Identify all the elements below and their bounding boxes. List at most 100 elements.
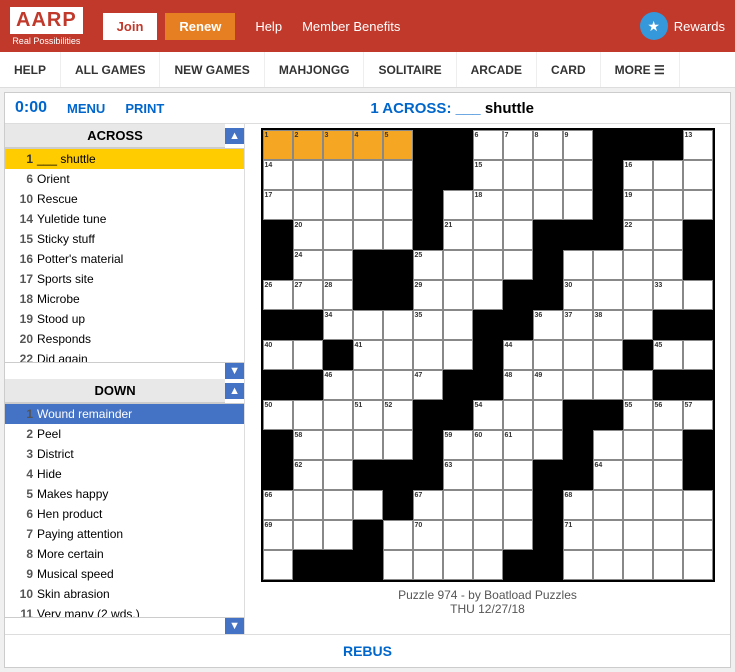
grid-cell[interactable] <box>623 370 653 400</box>
grid-cell[interactable]: 61 <box>503 430 533 460</box>
down-clue-item[interactable]: 1Wound remainder <box>5 404 244 424</box>
grid-cell[interactable]: 3 <box>323 130 353 160</box>
nav-mahjongg[interactable]: MAHJONGG <box>265 52 365 87</box>
grid-cell[interactable]: 44 <box>503 340 533 370</box>
grid-cell[interactable] <box>353 220 383 250</box>
nav-arcade[interactable]: ARCADE <box>457 52 537 87</box>
grid-cell[interactable] <box>653 190 683 220</box>
grid-cell[interactable] <box>353 160 383 190</box>
grid-cell[interactable]: 13 <box>683 130 713 160</box>
grid-cell[interactable] <box>323 160 353 190</box>
grid-cell[interactable]: 29 <box>413 280 443 310</box>
down-clue-item[interactable]: 9Musical speed <box>5 564 244 584</box>
grid-cell[interactable] <box>383 550 413 580</box>
nav-more[interactable]: MORE ☰ <box>601 52 680 87</box>
grid-cell[interactable] <box>443 520 473 550</box>
grid-cell[interactable] <box>383 190 413 220</box>
rebus-button[interactable]: REBUS <box>343 643 392 659</box>
menu-button[interactable]: MENU <box>67 101 105 116</box>
down-clue-item[interactable]: 3District <box>5 444 244 464</box>
grid-cell[interactable]: 20 <box>293 220 323 250</box>
grid-cell[interactable] <box>533 190 563 220</box>
grid-cell[interactable] <box>623 460 653 490</box>
grid-cell[interactable] <box>683 550 713 580</box>
grid-cell[interactable]: 30 <box>563 280 593 310</box>
rewards-button[interactable]: ★ Rewards <box>640 12 725 40</box>
grid-cell[interactable] <box>323 490 353 520</box>
down-clue-item[interactable]: 10Skin abrasion <box>5 584 244 604</box>
grid-cell[interactable] <box>383 430 413 460</box>
down-clue-item[interactable]: 5Makes happy <box>5 484 244 504</box>
grid-cell[interactable]: 69 <box>263 520 293 550</box>
across-scroll-down[interactable]: ▼ <box>225 363 244 379</box>
grid-cell[interactable] <box>533 430 563 460</box>
across-clue-item[interactable]: 10Rescue <box>5 189 244 209</box>
grid-cell[interactable]: 70 <box>413 520 443 550</box>
across-clue-item[interactable]: 14Yuletide tune <box>5 209 244 229</box>
grid-cell[interactable] <box>593 370 623 400</box>
grid-cell[interactable] <box>473 520 503 550</box>
down-scroll-down[interactable]: ▼ <box>225 618 244 634</box>
grid-cell[interactable] <box>563 370 593 400</box>
nav-card[interactable]: CARD <box>537 52 601 87</box>
across-clue-item[interactable]: 15Sticky stuff <box>5 229 244 249</box>
grid-cell[interactable]: 68 <box>563 490 593 520</box>
grid-cell[interactable] <box>473 250 503 280</box>
grid-cell[interactable] <box>563 340 593 370</box>
grid-cell[interactable] <box>473 220 503 250</box>
grid-cell[interactable] <box>503 490 533 520</box>
grid-cell[interactable] <box>503 220 533 250</box>
grid-cell[interactable] <box>443 280 473 310</box>
across-clue-item[interactable]: 19Stood up <box>5 309 244 329</box>
grid-cell[interactable] <box>503 190 533 220</box>
grid-cell[interactable] <box>593 280 623 310</box>
grid-cell[interactable] <box>323 400 353 430</box>
grid-cell[interactable] <box>533 160 563 190</box>
across-clue-item[interactable]: 22Did again <box>5 349 244 362</box>
grid-cell[interactable] <box>623 250 653 280</box>
grid-cell[interactable] <box>653 430 683 460</box>
grid-cell[interactable] <box>293 160 323 190</box>
grid-cell[interactable] <box>473 550 503 580</box>
nav-new-games[interactable]: NEW GAMES <box>160 52 264 87</box>
grid-cell[interactable] <box>533 400 563 430</box>
grid-cell[interactable] <box>623 490 653 520</box>
grid-cell[interactable] <box>383 220 413 250</box>
across-scroll-up[interactable]: ▲ <box>225 128 244 144</box>
nav-all-games[interactable]: ALL GAMES <box>61 52 160 87</box>
grid-cell[interactable] <box>503 400 533 430</box>
down-clue-item[interactable]: 6Hen product <box>5 504 244 524</box>
grid-cell[interactable]: 54 <box>473 400 503 430</box>
grid-cell[interactable]: 18 <box>473 190 503 220</box>
grid-cell[interactable]: 67 <box>413 490 443 520</box>
grid-cell[interactable] <box>593 430 623 460</box>
grid-cell[interactable] <box>503 160 533 190</box>
grid-cell[interactable] <box>623 310 653 340</box>
grid-cell[interactable] <box>593 340 623 370</box>
grid-cell[interactable]: 26 <box>263 280 293 310</box>
grid-cell[interactable] <box>323 460 353 490</box>
down-clue-item[interactable]: 11Very many (2 wds.) <box>5 604 244 617</box>
grid-cell[interactable] <box>563 160 593 190</box>
grid-cell[interactable]: 64 <box>593 460 623 490</box>
grid-cell[interactable]: 49 <box>533 370 563 400</box>
grid-cell[interactable]: 55 <box>623 400 653 430</box>
grid-cell[interactable] <box>473 490 503 520</box>
grid-cell[interactable] <box>443 250 473 280</box>
grid-cell[interactable]: 58 <box>293 430 323 460</box>
grid-cell[interactable] <box>353 490 383 520</box>
across-clue-item[interactable]: 6Orient <box>5 169 244 189</box>
grid-cell[interactable]: 24 <box>293 250 323 280</box>
grid-cell[interactable] <box>323 190 353 220</box>
grid-cell[interactable] <box>443 490 473 520</box>
down-clue-item[interactable]: 4Hide <box>5 464 244 484</box>
grid-cell[interactable]: 48 <box>503 370 533 400</box>
grid-cell[interactable]: 9 <box>563 130 593 160</box>
grid-cell[interactable]: 51 <box>353 400 383 430</box>
grid-cell[interactable]: 19 <box>623 190 653 220</box>
grid-cell[interactable] <box>683 490 713 520</box>
grid-cell[interactable]: 8 <box>533 130 563 160</box>
grid-cell[interactable] <box>563 250 593 280</box>
grid-cell[interactable] <box>443 340 473 370</box>
grid-cell[interactable] <box>683 160 713 190</box>
